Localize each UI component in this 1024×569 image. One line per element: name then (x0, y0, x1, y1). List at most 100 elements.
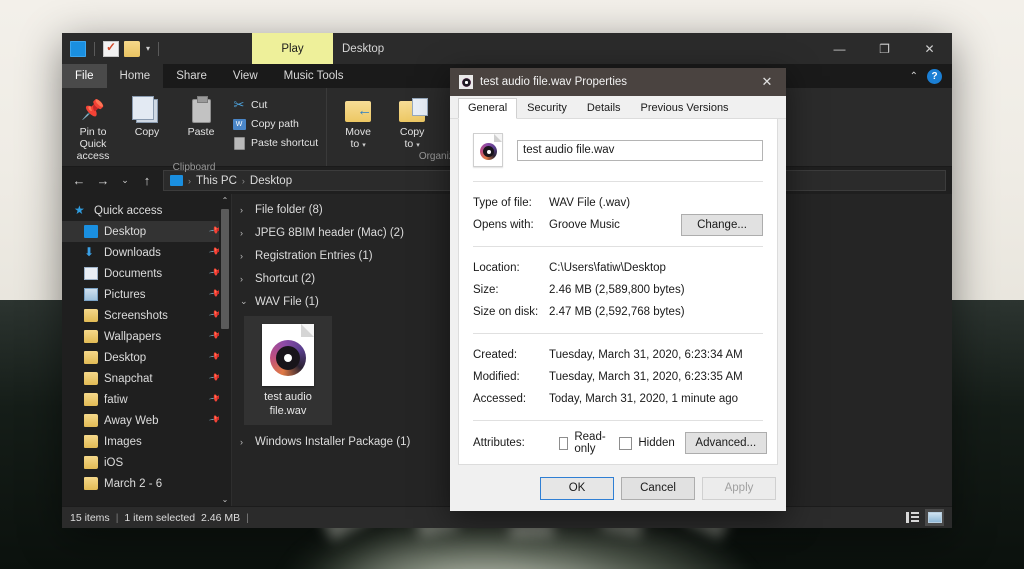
move-to-button[interactable]: Move to ▾ (331, 93, 385, 150)
sidebar-item-fatiw[interactable]: fatiw 📌 (62, 389, 231, 410)
title-bar: ▾ Play Desktop — ❐ ✕ (62, 33, 952, 64)
button-label: Paste (188, 126, 215, 138)
audio-file-icon (262, 324, 314, 386)
button-label: Cut (251, 99, 267, 111)
ok-button[interactable]: OK (540, 477, 614, 500)
chevron-down-icon: ⌄ (240, 296, 248, 307)
copy-button[interactable]: Copy (120, 93, 174, 138)
scroll-up-icon[interactable]: ⌃ (222, 194, 229, 207)
chevron-right-icon: › (240, 228, 248, 238)
tab-general[interactable]: General (458, 98, 517, 119)
dialog-title-bar: test audio file.wav Properties ✕ (450, 68, 786, 96)
sidebar-item-images[interactable]: Images (62, 431, 231, 452)
close-button[interactable]: ✕ (907, 33, 952, 64)
close-icon[interactable]: ✕ (748, 68, 786, 96)
cancel-button[interactable]: Cancel (621, 477, 695, 500)
sidebar-item-ios[interactable]: iOS (62, 452, 231, 473)
button-label-line2: to ▾ (351, 138, 366, 150)
navigation-scrollbar[interactable]: ⌃ ⌄ (219, 194, 231, 506)
monitor-icon (84, 225, 98, 238)
chevron-right-icon: › (240, 274, 248, 284)
field-size: Size: 2.46 MB (2,589,800 bytes) (473, 279, 763, 301)
folder-icon (84, 435, 98, 448)
paste-shortcut-button[interactable]: Paste shortcut (228, 135, 322, 151)
paste-button[interactable]: Paste (174, 93, 228, 138)
sidebar-item-label: fatiw (104, 394, 128, 406)
field-opens-with: Opens with: Groove Music Change... (473, 214, 763, 236)
view-mode-buttons (903, 509, 944, 526)
sidebar-item-away-web[interactable]: Away Web 📌 (62, 410, 231, 431)
tab-previous-versions[interactable]: Previous Versions (631, 98, 739, 119)
button-label-line2: to ▾ (405, 138, 420, 150)
button-label-line1: Pin to Quick (66, 126, 120, 150)
field-size-on-disk: Size on disk: 2.47 MB (2,592,768 bytes) (473, 301, 763, 323)
checkbox-box[interactable] (559, 437, 568, 450)
folder-icon (84, 414, 98, 427)
pin-to-quick-access-button[interactable]: 📌 Pin to Quick access (66, 93, 120, 162)
group-label: JPEG 8BIM header (Mac) (2) (255, 227, 410, 239)
vinyl-disc-icon (480, 143, 497, 160)
sidebar-item-desktop-folder[interactable]: Desktop 📌 (62, 347, 231, 368)
tab-music-tools[interactable]: Music Tools (271, 64, 357, 88)
tab-home[interactable]: Home (107, 64, 164, 88)
field-label: Location: (473, 262, 549, 274)
copy-to-button[interactable]: Copy to ▾ (385, 93, 439, 150)
help-icon[interactable]: ? (927, 69, 942, 84)
details-view-button[interactable] (903, 509, 922, 526)
field-value: WAV File (.wav) (549, 197, 630, 209)
sidebar-item-quick-access[interactable]: ★ Quick access (62, 200, 231, 221)
pin-icon: 📌 (81, 96, 105, 126)
tab-details[interactable]: Details (577, 98, 631, 119)
field-value: Groove Music (549, 219, 620, 231)
properties-icon[interactable] (103, 41, 119, 57)
vinyl-disc-icon (270, 340, 306, 376)
sidebar-item-screenshots[interactable]: Screenshots 📌 (62, 305, 231, 326)
readonly-checkbox[interactable]: Read-only (559, 431, 609, 455)
divider (473, 333, 763, 334)
cut-button[interactable]: ✂ Cut (228, 97, 322, 113)
tab-view[interactable]: View (220, 64, 271, 88)
chevron-down-icon[interactable]: ▾ (146, 44, 150, 53)
advanced-button[interactable]: Advanced... (685, 432, 767, 454)
sidebar-item-documents[interactable]: Documents 📌 (62, 263, 231, 284)
dialog-tab-strip: General Security Details Previous Versio… (450, 96, 786, 119)
button-label: Copy path (251, 118, 299, 130)
folder-icon (84, 351, 98, 364)
folder-icon[interactable] (124, 41, 140, 57)
minimize-button[interactable]: — (817, 33, 862, 64)
tab-file[interactable]: File (62, 64, 107, 88)
file-name-input[interactable]: test audio file.wav (517, 140, 763, 161)
maximize-button[interactable]: ❐ (862, 33, 907, 64)
paste-icon (192, 96, 211, 126)
file-list-scrollbar[interactable] (939, 194, 952, 506)
sidebar-item-desktop[interactable]: Desktop 📌 (62, 221, 231, 242)
tab-share[interactable]: Share (163, 64, 220, 88)
sidebar-item-label: Wallpapers (104, 331, 161, 343)
sidebar-item-pictures[interactable]: Pictures 📌 (62, 284, 231, 305)
field-label: Size on disk: (473, 306, 549, 318)
scrollbar-thumb[interactable] (221, 209, 229, 329)
navigation-list: ★ Quick access Desktop 📌 ⬇ Downloads 📌 D… (62, 194, 231, 494)
change-button[interactable]: Change... (681, 214, 763, 236)
checkbox-box[interactable] (619, 437, 632, 450)
copy-path-button[interactable]: W Copy path (228, 116, 322, 132)
hidden-checkbox[interactable]: Hidden (619, 437, 674, 450)
sidebar-item-wallpapers[interactable]: Wallpapers 📌 (62, 326, 231, 347)
contextual-tab-play[interactable]: Play (252, 33, 333, 64)
large-icons-view-button[interactable] (925, 509, 944, 526)
sidebar-item-march-2-6[interactable]: March 2 - 6 (62, 473, 231, 494)
sidebar-item-downloads[interactable]: ⬇ Downloads 📌 (62, 242, 231, 263)
tab-security[interactable]: Security (517, 98, 577, 119)
button-label-line1: Copy (400, 126, 425, 138)
chevron-up-icon[interactable]: ⌃ (910, 71, 918, 82)
field-label: Accessed: (473, 393, 549, 405)
divider (473, 181, 763, 182)
monitor-icon[interactable] (70, 41, 86, 57)
field-value: C:\Users\fatiw\Desktop (549, 262, 666, 274)
sidebar-item-snapchat[interactable]: Snapchat 📌 (62, 368, 231, 389)
properties-dialog: test audio file.wav Properties ✕ General… (450, 68, 786, 511)
sidebar-item-label: Quick access (94, 205, 162, 217)
scroll-down-icon[interactable]: ⌄ (222, 493, 229, 506)
file-tile[interactable]: test audio file.wav (244, 316, 332, 425)
dialog-title: test audio file.wav Properties (480, 76, 627, 88)
